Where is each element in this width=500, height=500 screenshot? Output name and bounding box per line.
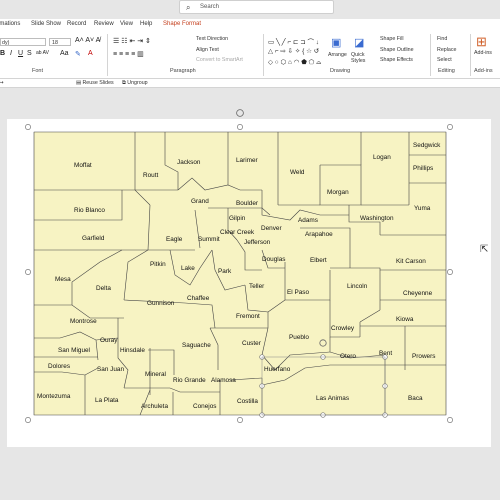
case-icon[interactable]: Aa (60, 50, 69, 57)
align-icons[interactable]: ≡ ≡ ≡ ≡ ▥ (113, 50, 144, 58)
list-icons[interactable]: ☰ ☷ ⇤ ⇥ ⇕ (113, 37, 151, 45)
slide[interactable] (7, 119, 491, 447)
highlight-icon[interactable]: ✎ (75, 50, 81, 58)
spacing-icon[interactable]: ab AV (36, 50, 49, 56)
search-icon: ⌕ (186, 3, 191, 12)
tab-view[interactable]: View (120, 21, 133, 27)
underline-button[interactable]: U (18, 50, 23, 57)
arrange-icon[interactable]: ▣ (331, 36, 341, 49)
find-button[interactable]: Find (437, 36, 447, 42)
add-ins-icon[interactable]: ⊞ (476, 34, 487, 50)
font-name-box[interactable]: dy) (0, 38, 46, 46)
group-label-paragraph: Paragraph (170, 68, 196, 74)
search-bar[interactable]: ⌕ Search (179, 0, 334, 14)
tab-slide-show[interactable]: Slide Show (31, 21, 61, 27)
shape-fill-button[interactable]: Shape Fill (380, 36, 404, 42)
replace-button[interactable]: Replace (437, 47, 456, 53)
ungroup-button[interactable]: ⧉ Ungroup (122, 80, 148, 87)
select-button[interactable]: Select (437, 57, 452, 63)
group-label-drawing: Drawing (330, 68, 351, 74)
shape-effects-button[interactable]: Shape Effects (380, 57, 413, 63)
divider (470, 34, 471, 76)
italic-button[interactable]: I (10, 50, 12, 57)
group-label-font: Font (32, 68, 44, 74)
tab-help[interactable]: Help (140, 21, 152, 27)
add-ins-button[interactable]: Add-ins (474, 50, 492, 56)
group-label-add-ins: Add-ins (474, 68, 493, 74)
group-label-editing: Editing (438, 68, 455, 74)
font-color-icon[interactable]: A (88, 50, 93, 57)
shapes-gallery-row3[interactable]: ◇ ○ ⬡ ⌂ ◠ ⬟ ⬠ ⌓ (268, 58, 321, 67)
text-direction-button[interactable]: Text Direction (196, 36, 228, 42)
align-text-button[interactable]: Align Text (196, 47, 219, 53)
quick-styles-button[interactable]: Quick Styles (351, 52, 371, 64)
strikethrough-button[interactable]: S (27, 50, 32, 57)
tab-record[interactable]: Record (67, 21, 86, 27)
font-size-box[interactable]: 18 (49, 38, 71, 46)
tab-animations[interactable]: imations (0, 21, 20, 27)
divider (430, 34, 431, 76)
shape-outline-button[interactable]: Shape Outline (380, 47, 414, 53)
arrange-button[interactable]: Arrange (328, 52, 347, 58)
convert-smartart-button[interactable]: Convert to SmartArt (196, 57, 243, 63)
ribbon-tabs: imations Slide Show Record Review View H… (0, 19, 500, 29)
reuse-slides-button[interactable]: ▤ Reuse Slides (76, 80, 114, 86)
divider (107, 34, 108, 76)
redo-icon[interactable]: ↪ (0, 80, 3, 86)
divider (263, 34, 264, 76)
search-input[interactable]: Search (200, 4, 219, 10)
font-grow-shrink-icon[interactable]: A˄ A˅ A̸ (75, 37, 100, 44)
shapes-gallery[interactable]: ▭ ╲ ╱ ⌐ ⊏ ⊐ ⌒ ↓ (268, 36, 319, 46)
bold-button[interactable]: B (0, 50, 5, 57)
tab-shape-format[interactable]: Shape Format (163, 21, 201, 27)
quick-access-bar: ↪ ▤ Reuse Slides ⧉ Ungroup (0, 79, 500, 88)
shapes-gallery-row2[interactable]: △ ⌐ ⇨ ⇩ ✧ { ☆ ↺ (268, 47, 319, 55)
tab-review[interactable]: Review (94, 21, 114, 27)
mouse-cursor-icon: ⇱ (480, 244, 489, 255)
quick-styles-icon[interactable]: ◪ (354, 36, 364, 49)
